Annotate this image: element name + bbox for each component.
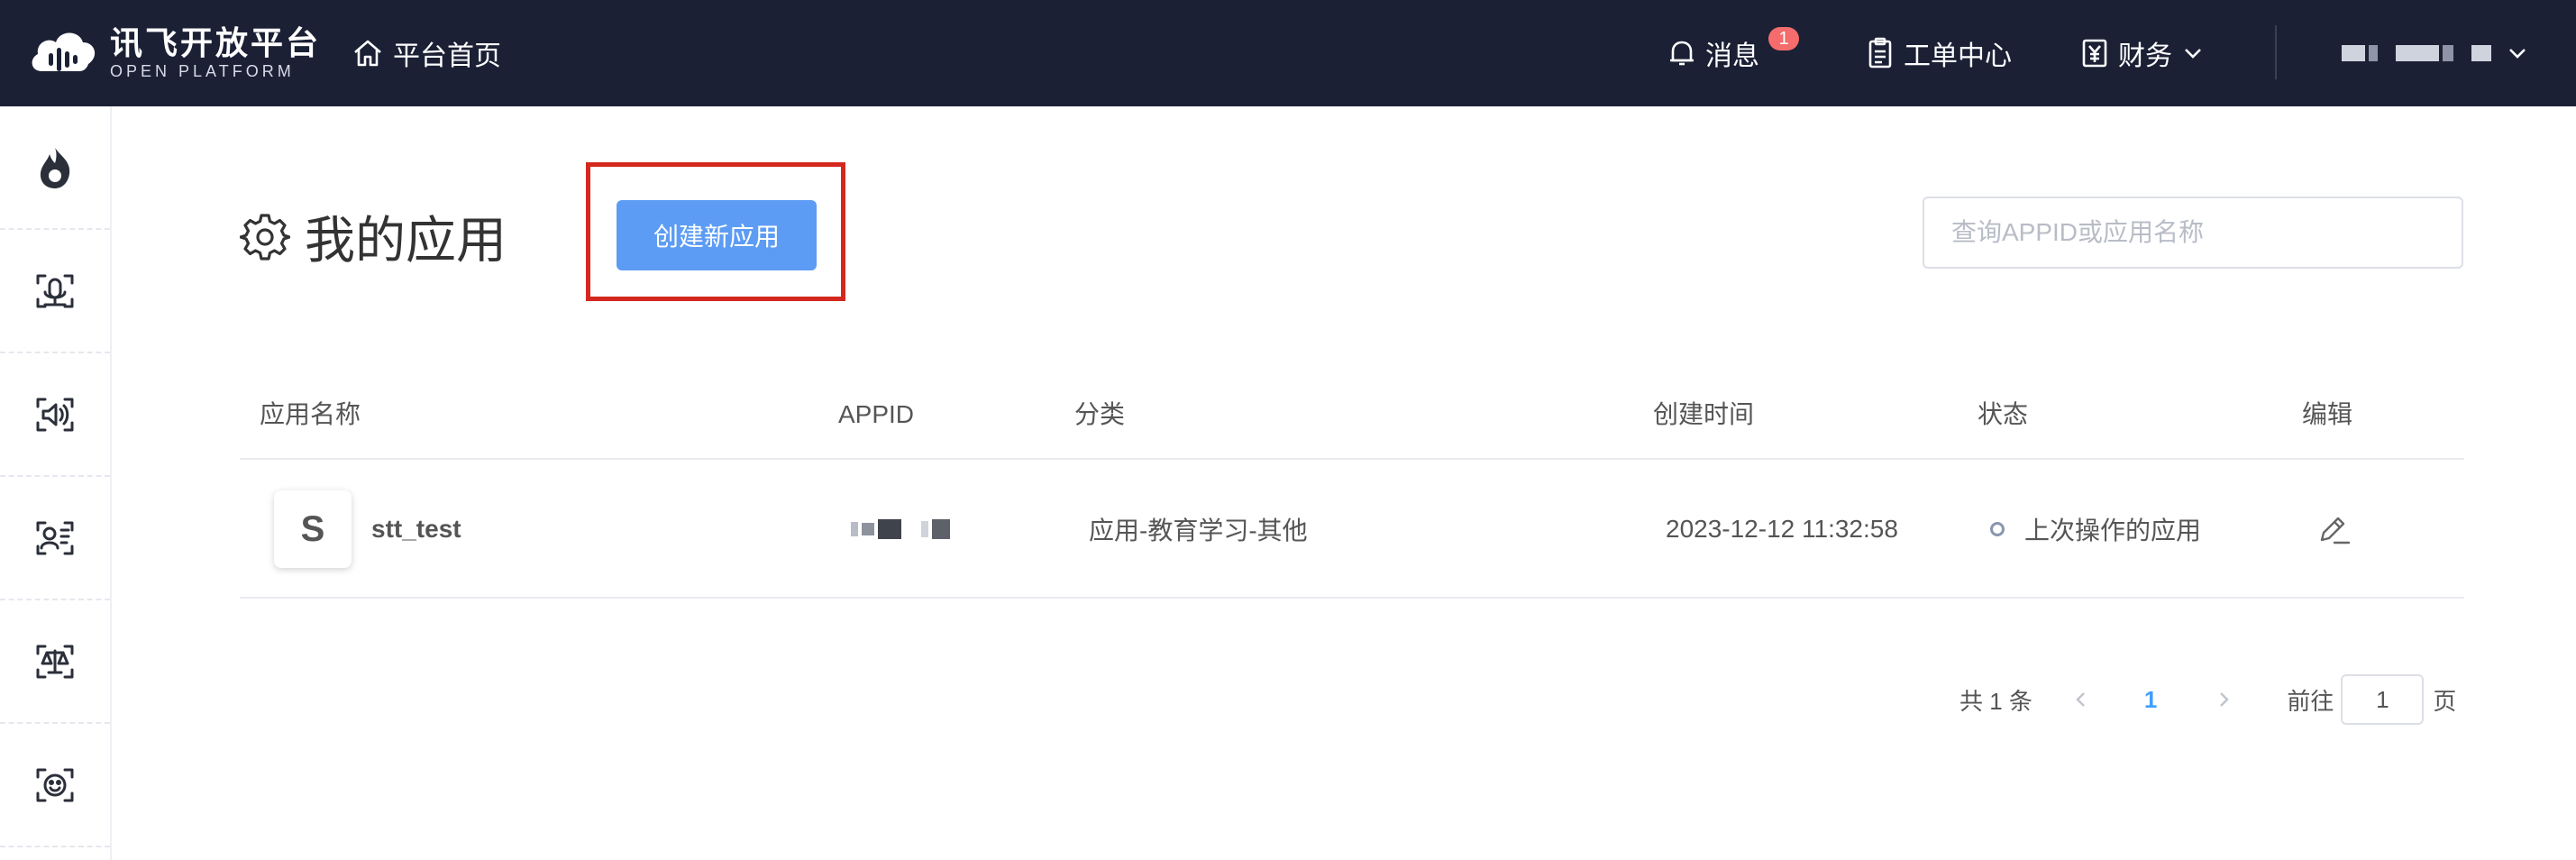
pagination-goto-input[interactable] <box>2341 674 2425 725</box>
prev-page-icon[interactable] <box>2070 689 2092 710</box>
category-cell: 应用-教育学习-其他 <box>1089 517 1308 544</box>
voice-text-icon <box>36 521 74 554</box>
edit-pencil-icon[interactable] <box>2316 511 2352 547</box>
chevron-down-icon <box>2509 49 2526 59</box>
logo[interactable]: 讯飞开放平台 OPEN PLATFORM <box>29 20 321 87</box>
apps-table: 应用名称 APPID 分类 创建时间 状态 编辑 S stt_test 应用-教… <box>240 370 2464 599</box>
search-input[interactable] <box>1923 197 2463 269</box>
column-header-appid: APPID <box>838 400 915 428</box>
nav-home-link[interactable]: 平台首页 <box>352 32 501 74</box>
pagination: 共 1 条 1 前往 页 <box>1959 672 2456 727</box>
clipboard-icon <box>1868 37 1892 69</box>
messages-link[interactable]: 消息 1 <box>1667 27 1799 74</box>
nav-home-label: 平台首页 <box>393 41 501 71</box>
next-page-icon[interactable] <box>2213 689 2234 710</box>
column-header-edit: 编辑 <box>2302 400 2353 428</box>
pagination-page-suffix: 页 <box>2433 687 2457 715</box>
app-avatar: S <box>274 490 352 568</box>
redacted-text <box>851 522 858 536</box>
messages-label: 消息 <box>1705 41 1759 71</box>
logo-title: 讯飞开放平台 <box>110 24 322 61</box>
table-header: 应用名称 APPID 分类 创建时间 状态 编辑 <box>240 370 2464 460</box>
page-title: 我的应用 <box>305 212 507 269</box>
mic-scan-icon <box>36 274 74 307</box>
finance-label: 财务 <box>2118 41 2172 71</box>
column-header-category: 分类 <box>1074 400 1126 428</box>
pagination-current-page[interactable]: 1 <box>2144 686 2157 714</box>
redacted-text <box>878 519 901 539</box>
table-row[interactable]: S stt_test 应用-教育学习-其他 2023-12-12 11:32:5… <box>240 460 2464 599</box>
status-dot-icon <box>1990 522 2005 536</box>
redacted-text <box>921 521 928 537</box>
status-cell: 上次操作的应用 <box>1990 460 2201 599</box>
chevron-down-icon <box>2185 49 2201 59</box>
home-icon <box>354 40 381 67</box>
yen-invoice-icon <box>2082 39 2107 68</box>
sidebar-item-speech-recognition[interactable] <box>0 230 110 353</box>
speaker-icon <box>36 398 74 431</box>
workorder-label: 工单中心 <box>1904 41 2012 71</box>
redacted-text <box>2396 45 2439 61</box>
flame-icon <box>40 147 70 188</box>
pagination-total: 共 1 条 <box>1959 687 2032 715</box>
create-app-button[interactable]: 创建新应用 <box>617 200 817 270</box>
pagination-goto-label: 前往 <box>2287 687 2334 715</box>
column-header-app-name: 应用名称 <box>260 400 361 428</box>
redacted-text <box>2471 45 2491 61</box>
sidebar <box>0 106 112 860</box>
top-navbar: 讯飞开放平台 OPEN PLATFORM 平台首页 消息 1 工单中心 财务 <box>0 0 2576 106</box>
redacted-text <box>2369 45 2378 61</box>
bell-icon <box>1670 41 1694 66</box>
avatar <box>2342 45 2365 61</box>
app-name-cell: S stt_test <box>274 460 461 599</box>
app-name[interactable]: stt_test <box>371 515 461 544</box>
logo-cloud-icon <box>32 32 96 71</box>
status-text: 上次操作的应用 <box>2024 517 2202 544</box>
created-time-cell: 2023-12-12 11:32:58 <box>1666 515 1898 543</box>
finance-menu[interactable]: 财务 <box>2080 32 2212 74</box>
header-divider <box>2275 25 2277 79</box>
redacted-text <box>862 523 874 535</box>
workorder-link[interactable]: 工单中心 <box>1866 32 2012 74</box>
balance-icon <box>36 645 74 678</box>
page-header: 我的应用 <box>240 200 507 273</box>
sidebar-item-balance[interactable] <box>0 600 110 724</box>
column-header-status: 状态 <box>1978 400 2029 428</box>
messages-badge: 1 <box>1768 27 1799 50</box>
gear-icon <box>240 213 290 261</box>
appid-cell-redacted <box>851 460 954 599</box>
logo-subtitle: OPEN PLATFORM <box>110 62 295 80</box>
sidebar-item-voice-text[interactable] <box>0 477 110 600</box>
redacted-text <box>2443 45 2453 61</box>
sidebar-item-speech-synthesis[interactable] <box>0 353 110 477</box>
column-header-created-time: 创建时间 <box>1653 400 1755 428</box>
sidebar-item-flame[interactable] <box>0 106 110 230</box>
redacted-text <box>932 519 950 539</box>
face-scan-icon <box>36 768 74 801</box>
user-menu[interactable] <box>2342 32 2527 74</box>
sidebar-item-face[interactable] <box>0 724 110 847</box>
edit-cell <box>2316 460 2352 599</box>
